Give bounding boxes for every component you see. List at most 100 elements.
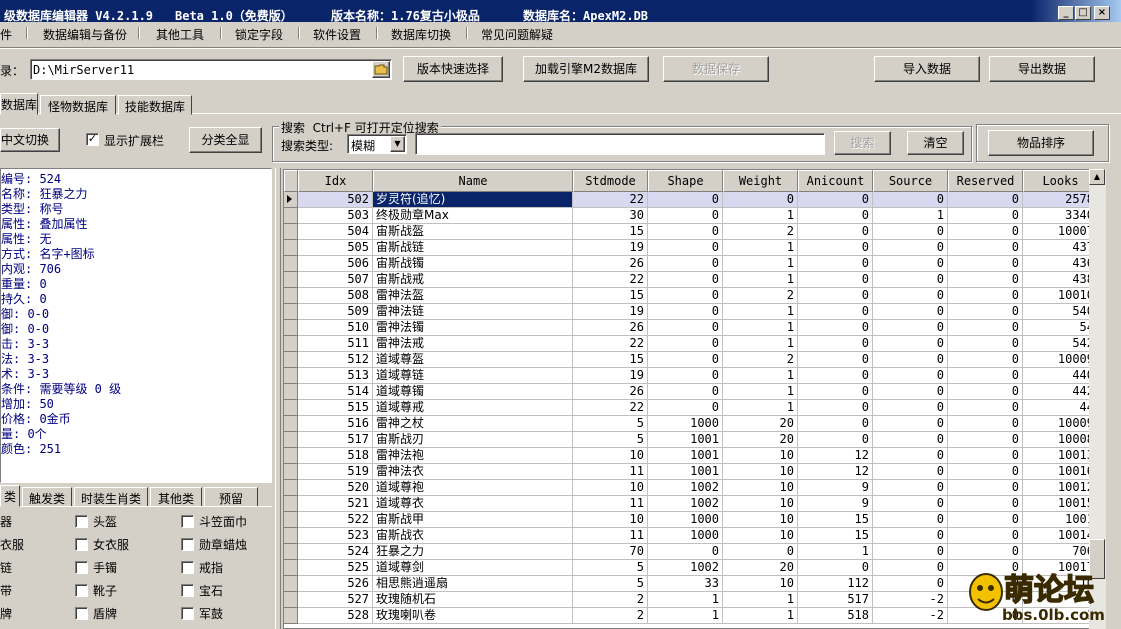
cell-idx[interactable]: 511 [298, 336, 373, 352]
cell-looks[interactable]: 3340 [1023, 208, 1098, 224]
cell-name[interactable]: 雷神之杖 [373, 416, 573, 432]
cell-anicount[interactable]: 0 [798, 368, 873, 384]
cat-tab-fashion[interactable]: 时装生肖类 [74, 487, 148, 507]
cell-anicount[interactable]: 0 [798, 560, 873, 576]
cell-looks[interactable]: 542 [1023, 336, 1098, 352]
quick-select-button[interactable]: 版本快速选择 [403, 56, 503, 82]
show-ext-checkbox[interactable]: ✓ [86, 133, 99, 146]
cell-source[interactable]: 0 [873, 288, 948, 304]
cell-looks[interactable]: 10010 [1023, 288, 1098, 304]
cell-weight[interactable]: 1 [723, 208, 798, 224]
cell-reserved[interactable]: 0 [948, 512, 1023, 528]
cell-stdmode[interactable]: 30 [573, 208, 648, 224]
cat-tab-other[interactable]: 其他类 [150, 487, 202, 507]
cell-source[interactable]: 0 [873, 256, 948, 272]
cell-stdmode[interactable]: 5 [573, 576, 648, 592]
cell-idx[interactable]: 507 [298, 272, 373, 288]
cell-looks[interactable]: 442 [1023, 384, 1098, 400]
cell-stdmode[interactable]: 22 [573, 272, 648, 288]
cell-looks[interactable]: 540 [1023, 304, 1098, 320]
column-header-looks[interactable]: Looks [1023, 170, 1098, 192]
cell-looks[interactable]: 10007 [1023, 224, 1098, 240]
cell-anicount[interactable]: 0 [798, 208, 873, 224]
column-header-anicount[interactable]: Anicount [798, 170, 873, 192]
cell-shape[interactable]: 1001 [648, 464, 723, 480]
cell-weight[interactable]: 10 [723, 512, 798, 528]
cell-name[interactable]: 岁灵符(追忆) [373, 192, 573, 208]
cell-weight[interactable]: 2 [723, 352, 798, 368]
cell-stdmode[interactable]: 10 [573, 480, 648, 496]
row-indicator[interactable] [284, 320, 298, 336]
cell-stdmode[interactable]: 15 [573, 352, 648, 368]
cell-weight[interactable]: 10 [723, 528, 798, 544]
search-type-select[interactable]: 模糊 ▼ [347, 134, 407, 154]
cell-source[interactable]: 0 [873, 272, 948, 288]
cell-source[interactable]: 0 [873, 416, 948, 432]
cat-hat-checkbox[interactable] [181, 515, 194, 528]
row-indicator[interactable] [284, 496, 298, 512]
row-indicator[interactable] [284, 384, 298, 400]
cell-name[interactable]: 道域尊衣 [373, 496, 573, 512]
column-header-reserved[interactable]: Reserved [948, 170, 1023, 192]
row-indicator[interactable] [284, 544, 298, 560]
cell-idx[interactable]: 520 [298, 480, 373, 496]
cell-idx[interactable]: 516 [298, 416, 373, 432]
panel-splitter[interactable] [275, 168, 281, 629]
cat-ring-checkbox[interactable] [181, 561, 194, 574]
cell-shape[interactable]: 0 [648, 208, 723, 224]
cell-idx[interactable]: 522 [298, 512, 373, 528]
cell-anicount[interactable]: 0 [798, 240, 873, 256]
row-indicator[interactable] [284, 528, 298, 544]
cell-stdmode[interactable]: 22 [573, 336, 648, 352]
cell-weight[interactable]: 1 [723, 240, 798, 256]
cell-looks[interactable]: 440 [1023, 368, 1098, 384]
cell-idx[interactable]: 506 [298, 256, 373, 272]
cell-idx[interactable]: 515 [298, 400, 373, 416]
menu-file[interactable]: 件 [0, 26, 12, 43]
cell-source[interactable]: 0 [873, 448, 948, 464]
cell-name[interactable]: 雷神法链 [373, 304, 573, 320]
grid-scrollbar[interactable]: ▲ [1089, 169, 1106, 629]
cell-shape[interactable]: 0 [648, 304, 723, 320]
cell-name[interactable]: 宙斯战链 [373, 240, 573, 256]
cell-reserved[interactable]: 0 [948, 448, 1023, 464]
cell-anicount[interactable]: 12 [798, 464, 873, 480]
column-header-stdmode[interactable]: Stdmode [573, 170, 648, 192]
cell-name[interactable]: 玫瑰喇叭卷 [373, 608, 573, 624]
cell-name[interactable]: 雷神法戒 [373, 336, 573, 352]
cell-idx[interactable]: 517 [298, 432, 373, 448]
cell-name[interactable]: 道域尊镯 [373, 384, 573, 400]
cell-idx[interactable]: 514 [298, 384, 373, 400]
cell-anicount[interactable]: 9 [798, 480, 873, 496]
cell-anicount[interactable]: 0 [798, 400, 873, 416]
menu-settings[interactable]: 软件设置 [313, 26, 361, 43]
cell-name[interactable]: 雷神法镯 [373, 320, 573, 336]
cell-reserved[interactable]: 0 [948, 320, 1023, 336]
cell-reserved[interactable]: 0 [948, 272, 1023, 288]
cell-idx[interactable]: 524 [298, 544, 373, 560]
cell-source[interactable]: 0 [873, 496, 948, 512]
cell-stdmode[interactable]: 22 [573, 400, 648, 416]
cell-reserved[interactable]: 0 [948, 416, 1023, 432]
cell-shape[interactable]: 1000 [648, 528, 723, 544]
cell-shape[interactable]: 33 [648, 576, 723, 592]
cell-name[interactable]: 宙斯战盔 [373, 224, 573, 240]
save-data-button[interactable]: 数据保存 [663, 56, 769, 82]
cell-source[interactable]: 0 [873, 192, 948, 208]
cell-idx[interactable]: 502 [298, 192, 373, 208]
minimize-button[interactable]: _ [1058, 6, 1074, 20]
cell-source[interactable]: 0 [873, 352, 948, 368]
cell-looks[interactable]: 706 [1023, 544, 1098, 560]
column-header-weight[interactable]: Weight [723, 170, 798, 192]
cell-reserved[interactable]: 0 [948, 384, 1023, 400]
row-indicator[interactable] [284, 288, 298, 304]
cell-looks[interactable]: 10015 [1023, 496, 1098, 512]
cell-shape[interactable]: 0 [648, 336, 723, 352]
tab-item-db[interactable]: 数据库 [0, 93, 38, 115]
cell-anicount[interactable]: 0 [798, 336, 873, 352]
cell-shape[interactable]: 1000 [648, 512, 723, 528]
cell-source[interactable]: 0 [873, 464, 948, 480]
cell-shape[interactable]: 0 [648, 256, 723, 272]
cell-weight[interactable]: 2 [723, 288, 798, 304]
cell-source[interactable]: 0 [873, 576, 948, 592]
